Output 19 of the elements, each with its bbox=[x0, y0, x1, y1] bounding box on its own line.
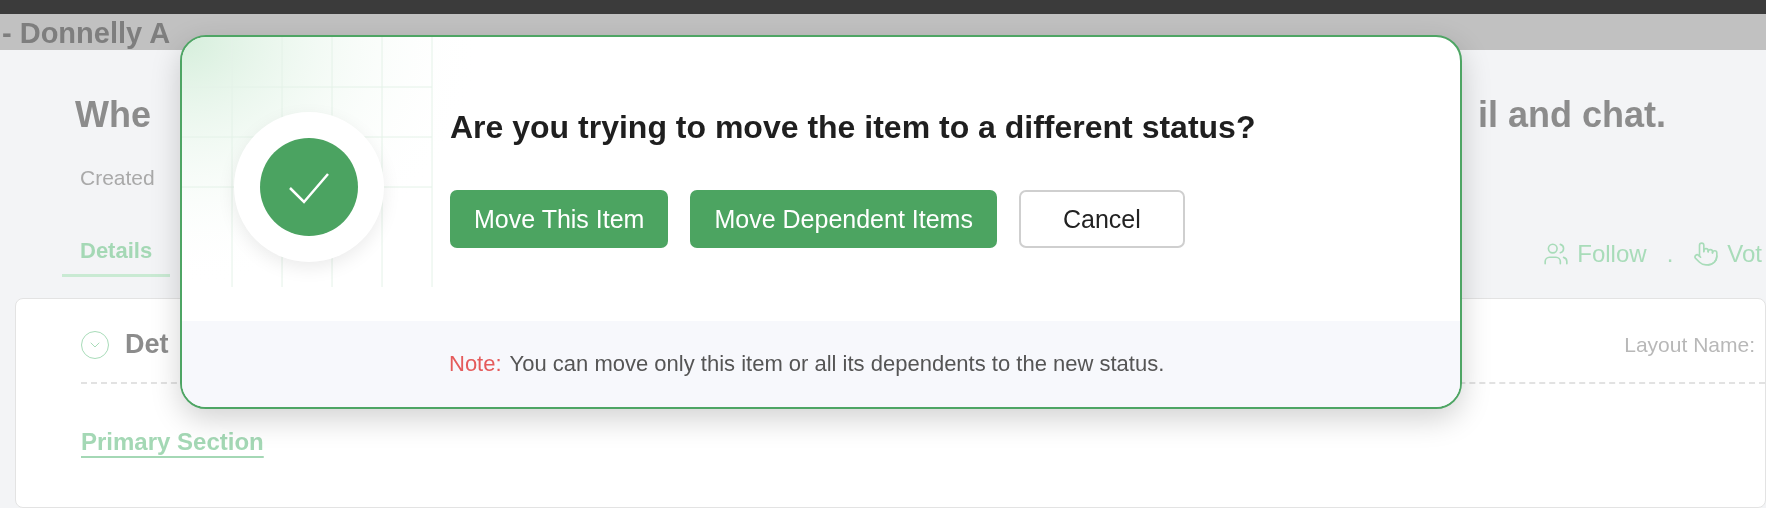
item-title: il and chat. bbox=[1477, 94, 1666, 136]
section-title: Det bbox=[125, 329, 169, 360]
note-text: Note: You can move only this item or all its dependents to the new status. bbox=[449, 351, 1165, 377]
vote-button[interactable]: Vot bbox=[1693, 240, 1762, 268]
project-title: - Donnelly A bbox=[2, 16, 171, 50]
layout-label: Layout Name: bbox=[1624, 332, 1755, 357]
move-button[interactable]: Move Dependent Items bbox=[690, 190, 997, 248]
hand-icon bbox=[1693, 241, 1720, 267]
cancel-button[interactable]: Cancel bbox=[1018, 190, 1185, 248]
created-info: Created bbox=[80, 166, 155, 190]
check-icon bbox=[260, 138, 358, 236]
section-link[interactable]: Primary Section bbox=[81, 428, 264, 456]
item-title: Whe bbox=[75, 94, 151, 136]
follow-button[interactable]: Follow bbox=[1543, 240, 1647, 268]
tab[interactable]: Details bbox=[62, 231, 171, 277]
separator-dot: . bbox=[1666, 240, 1674, 268]
people-icon bbox=[1543, 241, 1570, 267]
dialog-title: Are you trying to move the item to a different status? bbox=[450, 109, 1256, 146]
move-button[interactable]: Move This Item bbox=[450, 190, 669, 248]
